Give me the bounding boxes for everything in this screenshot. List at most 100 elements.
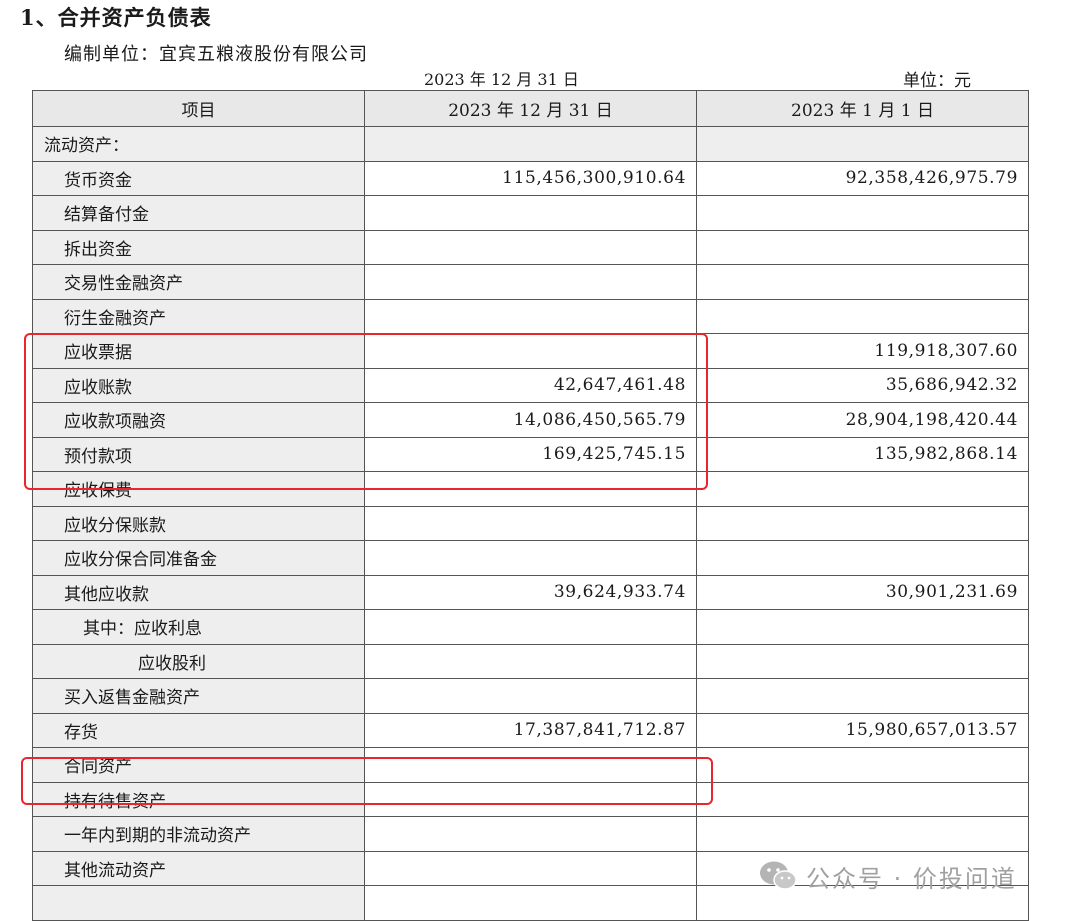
row-label: 其中：应收利息 [32, 609, 365, 645]
row-value-prior: 28,904,198,420.44 [696, 402, 1029, 438]
table-row: 结算备付金 [32, 195, 1029, 231]
table-row: 合同资产 [32, 747, 1029, 783]
row-label: 合同资产 [32, 747, 365, 783]
row-value-prior [696, 781, 1029, 817]
row-value-current: 115,456,300,910.64 [364, 160, 697, 196]
row-value-prior [696, 678, 1029, 714]
row-value-current [364, 885, 697, 921]
row-value-prior: 30,901,231.69 [696, 574, 1029, 610]
table-row: 流动资产： [32, 126, 1029, 162]
row-value-prior [696, 126, 1029, 162]
row-label: 其他应收款 [32, 574, 365, 610]
column-header-item: 项目 [32, 90, 365, 127]
row-label: 应收账款 [32, 367, 365, 403]
table-row: 货币资金 115,456,300,910.64 92,358,426,975.7… [32, 160, 1029, 196]
row-value-current [364, 471, 697, 507]
table-row: 应收分保合同准备金 [32, 540, 1029, 576]
row-value-prior [696, 471, 1029, 507]
row-value-prior [696, 540, 1029, 576]
row-label: 一年内到期的非流动资产 [32, 816, 365, 852]
row-value-current [364, 816, 697, 852]
table-row: 存货 17,387,841,712.87 15,980,657,013.57 [32, 712, 1029, 748]
row-value-current [364, 195, 697, 231]
table-row: 交易性金融资产 [32, 264, 1029, 300]
row-label: 预付款项 [32, 436, 365, 472]
row-value-prior: 135,982,868.14 [696, 436, 1029, 472]
table-row: 买入返售金融资产 [32, 678, 1029, 714]
row-value-current [364, 850, 697, 886]
row-value-current [364, 229, 697, 265]
row-label: 应收股利 [32, 643, 365, 679]
row-value-current [364, 298, 697, 334]
section-title: 1、合并资产负债表 [20, 5, 212, 30]
row-value-prior [696, 747, 1029, 783]
row-value-prior [696, 195, 1029, 231]
table-row: 一年内到期的非流动资产 [32, 816, 1029, 852]
row-value-prior [696, 229, 1029, 265]
row-value-current [364, 540, 697, 576]
row-label: 货币资金 [32, 160, 365, 196]
row-label: 存货 [32, 712, 365, 748]
row-value-prior: 15,980,657,013.57 [696, 712, 1029, 748]
row-label: 买入返售金融资产 [32, 678, 365, 714]
row-value-current [364, 333, 697, 369]
row-label: 其他流动资产 [32, 850, 365, 886]
row-value-current [364, 643, 697, 679]
column-header-prior: 2023 年 1 月 1 日 [696, 90, 1029, 127]
table-header-row: 项目 2023 年 12 月 31 日 2023 年 1 月 1 日 [32, 90, 1029, 127]
row-label: 应收分保账款 [32, 505, 365, 541]
row-value-prior [696, 609, 1029, 645]
table-row: 拆出资金 [32, 229, 1029, 265]
row-value-prior [696, 298, 1029, 334]
row-value-current [364, 678, 697, 714]
wechat-icon [760, 861, 797, 890]
row-value-prior: 35,686,942.32 [696, 367, 1029, 403]
balance-sheet-table: 项目 2023 年 12 月 31 日 2023 年 1 月 1 日 流动资产：… [32, 90, 1029, 921]
watermark: 公众号 · 价投问道 [758, 858, 1017, 894]
preparer-line: 编制单位：宜宾五粮液股份有限公司 [64, 44, 368, 65]
row-value-current [364, 781, 697, 817]
row-value-current: 42,647,461.48 [364, 367, 697, 403]
row-value-current: 14,086,450,565.79 [364, 402, 697, 438]
row-label [32, 885, 365, 921]
row-label: 交易性金融资产 [32, 264, 365, 300]
table-row: 衍生金融资产 [32, 298, 1029, 334]
row-label: 流动资产： [32, 126, 365, 162]
row-label: 拆出资金 [32, 229, 365, 265]
table-row: 应收票据 119,918,307.60 [32, 333, 1029, 369]
table-row: 应收股利 [32, 643, 1029, 679]
table-row: 其中：应收利息 [32, 609, 1029, 645]
row-value-current [364, 747, 697, 783]
row-value-current: 39,624,933.74 [364, 574, 697, 610]
table-row: 应收保费 [32, 471, 1029, 507]
row-value-prior: 92,358,426,975.79 [696, 160, 1029, 196]
table-row: 预付款项 169,425,745.15 135,982,868.14 [32, 436, 1029, 472]
table-row: 应收款项融资 14,086,450,565.79 28,904,198,420.… [32, 402, 1029, 438]
row-value-prior: 119,918,307.60 [696, 333, 1029, 369]
table-row: 持有待售资产 [32, 781, 1029, 817]
row-label: 应收款项融资 [32, 402, 365, 438]
row-value-current: 17,387,841,712.87 [364, 712, 697, 748]
row-value-prior [696, 264, 1029, 300]
row-label: 应收保费 [32, 471, 365, 507]
row-value-current [364, 505, 697, 541]
row-value-prior [696, 643, 1029, 679]
row-value-prior [696, 816, 1029, 852]
table-row: 其他应收款 39,624,933.74 30,901,231.69 [32, 574, 1029, 610]
row-label: 应收分保合同准备金 [32, 540, 365, 576]
row-label: 衍生金融资产 [32, 298, 365, 334]
row-value-current [364, 126, 697, 162]
currency-unit: 单位：元 [903, 71, 971, 91]
row-value-current [364, 264, 697, 300]
watermark-text: 公众号 · 价投问道 [806, 864, 1017, 893]
row-label: 应收票据 [32, 333, 365, 369]
row-value-prior [696, 505, 1029, 541]
row-value-current [364, 609, 697, 645]
table-row: 应收账款 42,647,461.48 35,686,942.32 [32, 367, 1029, 403]
table-row: 应收分保账款 [32, 505, 1029, 541]
column-header-current: 2023 年 12 月 31 日 [364, 90, 697, 127]
row-label: 持有待售资产 [32, 781, 365, 817]
row-label: 结算备付金 [32, 195, 365, 231]
row-value-current: 169,425,745.15 [364, 436, 697, 472]
report-date: 2023 年 12 月 31 日 [424, 70, 579, 89]
